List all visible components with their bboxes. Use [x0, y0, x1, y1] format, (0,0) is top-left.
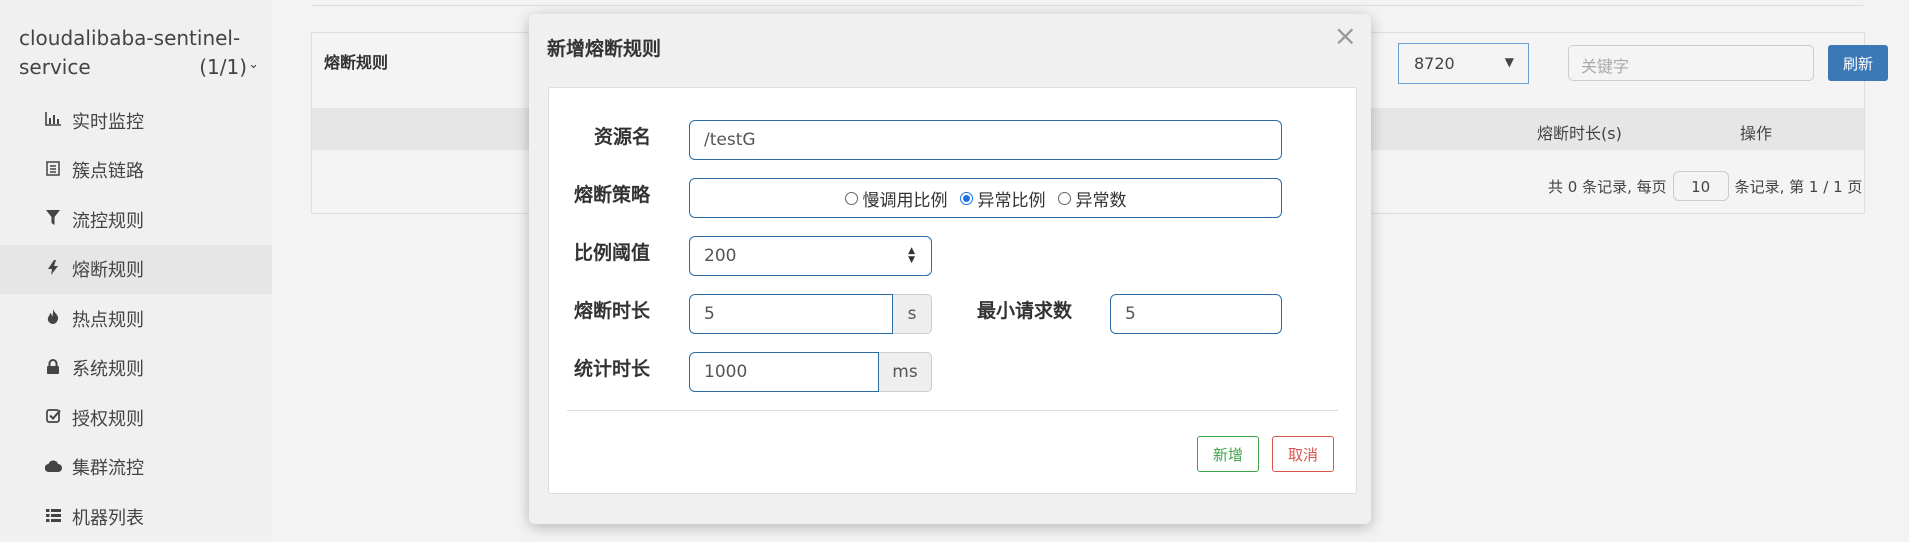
duration-unit: s: [893, 294, 932, 334]
sidebar-item-auth-rules[interactable]: 授权规则: [0, 393, 272, 443]
add-button[interactable]: 新增: [1197, 436, 1259, 472]
sidebar-item-label: 系统规则: [72, 359, 144, 381]
sidebar-item-label: 热点规则: [72, 309, 144, 331]
panel-title: 熔断规则: [324, 53, 389, 72]
min-request-input[interactable]: 5: [1110, 294, 1282, 334]
divider: [311, 5, 1863, 6]
refresh-button[interactable]: 刷新: [1828, 45, 1888, 81]
dialog-body: 资源名 /testG 熔断策略 慢调用比例 异常比例 异常数 比例阈值 200 …: [548, 87, 1357, 494]
machine-select-value: 8720: [1414, 54, 1455, 73]
sidebar-item-label: 集群流控: [72, 458, 144, 480]
app-count: (1/1): [199, 55, 247, 79]
sidebar-item-label: 机器列表: [72, 507, 144, 529]
min-request-label: 最小请求数: [977, 300, 1073, 322]
dialog-title: 新增熔断规则: [547, 38, 662, 60]
filter-icon: [44, 210, 62, 229]
lock-icon: [44, 358, 62, 378]
machine-select[interactable]: 8720 ▼: [1398, 43, 1529, 84]
keyword-input[interactable]: 关键字: [1568, 45, 1814, 81]
radio-slow-ratio[interactable]: 慢调用比例: [844, 186, 948, 211]
sidebar-item-hotspot-rules[interactable]: 热点规则: [0, 294, 272, 344]
radio-circle: [844, 191, 858, 205]
check-square-icon: [44, 408, 62, 427]
cancel-button[interactable]: 取消: [1272, 436, 1334, 472]
add-degrade-rule-dialog: 新增熔断规则 × 资源名 /testG 熔断策略 慢调用比例 异常比例 异常数 …: [529, 14, 1371, 524]
stat-interval-input[interactable]: 1000: [689, 352, 879, 392]
sidebar-item-label: 熔断规则: [72, 260, 144, 282]
radio-label: 异常数: [1075, 190, 1127, 211]
app-name-dropdown[interactable]: cloudalibaba-sentinel-service (1/1) ⌄: [19, 24, 259, 82]
sidebar-item-label: 簇点链路: [72, 161, 144, 183]
cloud-icon: [44, 458, 62, 476]
th-list-icon: [44, 508, 62, 526]
sidebar-item-cluster-point[interactable]: 簇点链路: [0, 146, 272, 196]
radio-error-ratio[interactable]: 异常比例: [959, 186, 1046, 211]
sidebar-item-realtime[interactable]: 实时监控: [0, 96, 272, 146]
sidebar-item-degrade-rules[interactable]: 熔断规则: [0, 244, 272, 294]
dialog-divider: [567, 410, 1338, 411]
column-header-duration: 熔断时长(s): [1537, 124, 1622, 143]
radio-label: 慢调用比例: [862, 190, 948, 211]
column-header-ops: 操作: [1740, 124, 1773, 143]
radio-error-count[interactable]: 异常数: [1057, 186, 1127, 211]
sidebar: cloudalibaba-sentinel-service (1/1) ⌄ 实时…: [0, 0, 272, 537]
sidebar-item-label: 授权规则: [72, 408, 144, 430]
threshold-input[interactable]: 200 ▲ ▼: [689, 236, 932, 276]
flash-icon: [44, 259, 62, 279]
radio-circle: [1057, 191, 1071, 205]
close-icon[interactable]: ×: [1334, 22, 1357, 50]
stat-interval-label: 统计时长: [574, 358, 651, 380]
chevron-down-icon: ⌄: [248, 57, 259, 72]
duration-label: 熔断时长: [574, 300, 651, 322]
strategy-radio-group: 慢调用比例 异常比例 异常数: [689, 178, 1282, 218]
resource-input[interactable]: /testG: [689, 120, 1282, 160]
sidebar-item-label: 流控规则: [72, 210, 144, 232]
stat-interval-unit: ms: [879, 352, 932, 392]
page-size-input[interactable]: 10: [1672, 171, 1729, 201]
pager-suffix: 条记录, 第 1 / 1 页: [1734, 177, 1863, 196]
caret-down-icon: ▼: [1504, 55, 1514, 69]
strategy-label: 熔断策略: [574, 184, 651, 206]
sidebar-item-machines[interactable]: 机器列表: [0, 492, 272, 542]
fire-icon: [44, 309, 62, 328]
pager-prefix: 共 0 条记录, 每页: [1548, 177, 1667, 196]
spinner-icon[interactable]: ▲ ▼: [908, 247, 915, 265]
pagination: 共 0 条记录, 每页 10 条记录, 第 1 / 1 页: [1548, 171, 1862, 201]
sidebar-item-system-rules[interactable]: 系统规则: [0, 344, 272, 394]
sidebar-item-label: 实时监控: [72, 111, 144, 133]
radio-circle-selected: [959, 191, 973, 205]
sidebar-nav: 实时监控 簇点链路 流控规则 熔断规则 热点规则 系统规则 授权规则 集群流控 …: [0, 96, 272, 542]
resource-label: 资源名: [594, 126, 652, 148]
threshold-label: 比例阈值: [574, 242, 651, 264]
sidebar-item-cluster-flow[interactable]: 集群流控: [0, 443, 272, 493]
duration-input[interactable]: 5: [689, 294, 893, 334]
bar-chart-icon: [44, 111, 62, 130]
list-icon: [44, 161, 62, 180]
sidebar-item-flow-rules[interactable]: 流控规则: [0, 195, 272, 245]
threshold-value: 200: [704, 246, 737, 266]
radio-label: 异常比例: [977, 190, 1046, 211]
